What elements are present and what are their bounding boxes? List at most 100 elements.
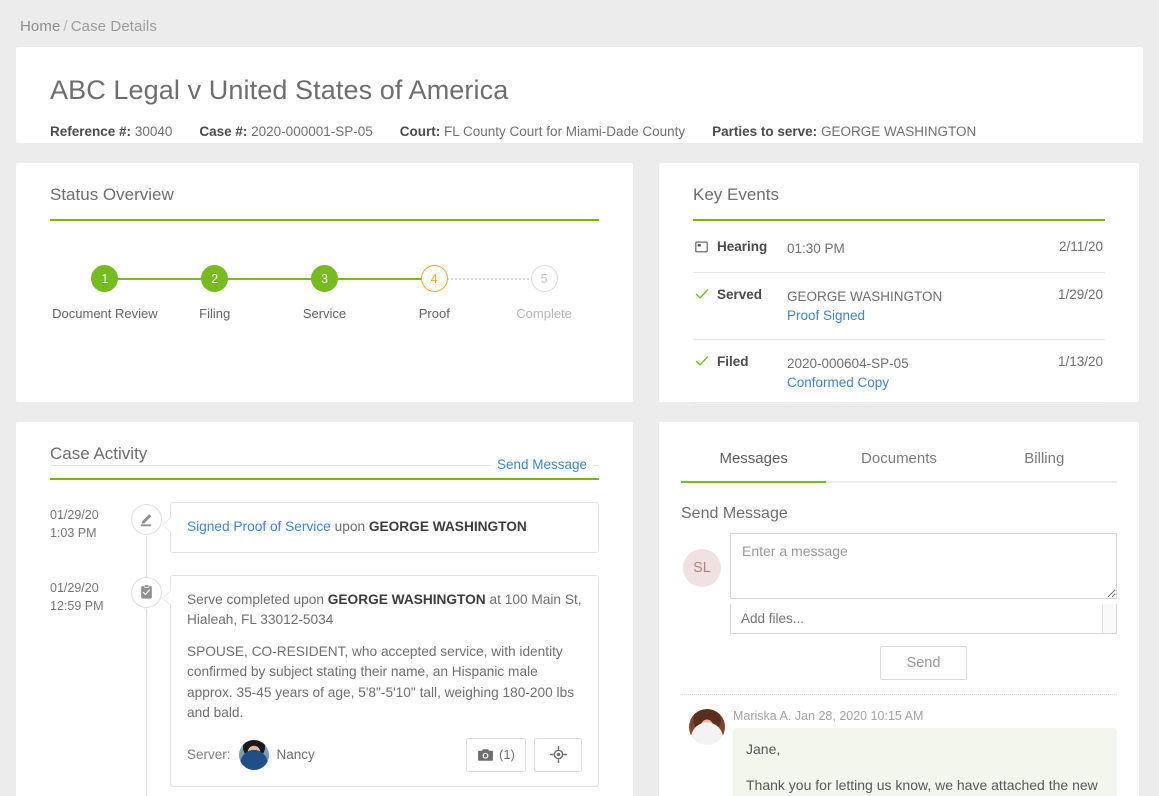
- case-meta-parties: Parties to serve: GEORGE WASHINGTON: [712, 124, 976, 139]
- tab-billing[interactable]: Billing: [972, 440, 1117, 481]
- bottom-panels-row: Case Activity Send Message 01/29/20 1:03…: [0, 402, 1159, 796]
- activity-time: 12:59 PM: [50, 597, 122, 615]
- activity-action-buttons: (1): [466, 738, 582, 772]
- check-icon: [695, 354, 717, 367]
- activity-node: [122, 575, 170, 787]
- thread-message: Mariska A. Jan 28, 2020 10:15 AM Jane, T…: [681, 709, 1117, 796]
- status-stepper: 1 Document Review 2 Filing 3 Service: [50, 265, 599, 341]
- key-events-panel: Key Events Hearing 01:30 PM 2/11/20 Serv…: [659, 163, 1139, 402]
- key-events-title: Key Events: [693, 185, 779, 204]
- case-meta-court-value: FL County Court for Miami-Dade County: [444, 124, 685, 139]
- breadcrumb-home-link[interactable]: Home: [20, 18, 60, 35]
- tab-messages[interactable]: Messages: [681, 440, 826, 481]
- activity-server-row: Server: Nancy (1): [187, 738, 582, 772]
- send-message-title: Send Message: [681, 505, 1117, 523]
- stepper-label-1: Document Review: [50, 306, 160, 321]
- message-timestamp: Jan 28, 2020 10:15 AM: [795, 709, 924, 723]
- stepper-step-proof[interactable]: 4 Proof: [379, 265, 489, 321]
- case-meta-row: Reference #: 30040Case #: 2020-000001-SP…: [50, 124, 1109, 139]
- compose-area: SL Send: [681, 533, 1117, 680]
- stepper-label-5: Complete: [489, 306, 599, 321]
- activity-line-pre: Serve completed upon: [187, 592, 328, 607]
- activity-item: 01/29/20 1:03 PM Signed Proof: [50, 502, 599, 575]
- activity-link[interactable]: Signed Proof of Service: [187, 519, 331, 534]
- activity-timestamp: 01/29/20 12:59 PM: [50, 575, 122, 787]
- case-meta-case-number-label: Case #:: [199, 124, 247, 139]
- stepper-step-filing[interactable]: 2 Filing: [160, 265, 270, 321]
- message-paragraph: Jane,: [746, 739, 1104, 761]
- message-input[interactable]: [730, 533, 1117, 599]
- photos-count: (1): [499, 747, 515, 762]
- key-event-body-text: 01:30 PM: [787, 241, 845, 256]
- gps-location-button[interactable]: [534, 738, 582, 772]
- clipboard-check-icon: [131, 577, 162, 608]
- case-meta-parties-value: GEORGE WASHINGTON: [821, 124, 976, 139]
- tab-documents[interactable]: Documents: [826, 440, 971, 481]
- stepper-label-4: Proof: [379, 306, 489, 321]
- case-meta-reference: Reference #: 30040: [50, 124, 172, 139]
- server-name: Nancy: [277, 745, 315, 765]
- breadcrumb-current: Case Details: [71, 18, 157, 35]
- key-event-row[interactable]: Hearing 01:30 PM 2/11/20: [693, 225, 1105, 273]
- key-event-type: Hearing: [717, 239, 787, 254]
- stepper-circle-3: 3: [311, 265, 338, 292]
- case-header-card: ABC Legal v United States of America Ref…: [16, 47, 1143, 143]
- add-files-grip[interactable]: [1102, 604, 1116, 633]
- calendar-icon: [695, 239, 717, 253]
- activity-card: Signed Proof of Service upon GEORGE WASH…: [170, 502, 599, 553]
- key-event-body: 01:30 PM: [787, 239, 1049, 259]
- key-event-body: 2020-000604-SP-05 Conformed Copy: [787, 354, 1048, 393]
- compose-fields: Send: [730, 533, 1117, 680]
- key-event-link[interactable]: Conformed Copy: [787, 373, 1048, 393]
- case-activity-column: Case Activity Send Message 01/29/20 1:03…: [16, 422, 633, 796]
- timeline-connector: [146, 536, 147, 577]
- timeline-connector: [146, 609, 147, 796]
- signature-pen-icon: [131, 504, 162, 535]
- key-event-body-text: GEORGE WASHINGTON: [787, 289, 942, 304]
- stepper-circle-4: 4: [421, 265, 448, 292]
- key-events-column: Key Events Hearing 01:30 PM 2/11/20 Serv…: [659, 163, 1139, 402]
- case-meta-reference-value: 30040: [135, 124, 173, 139]
- right-tabs-panel: Messages Documents Billing Send Message …: [659, 422, 1139, 796]
- key-event-date: 1/29/20: [1048, 287, 1103, 302]
- key-events-list: Hearing 01:30 PM 2/11/20 Served GEORGE W…: [693, 225, 1105, 407]
- activity-main-line: Serve completed upon GEORGE WASHINGTON a…: [187, 590, 582, 631]
- stepper-step-service[interactable]: 3 Service: [270, 265, 380, 321]
- photos-button[interactable]: (1): [466, 738, 526, 772]
- activity-card: Serve completed upon GEORGE WASHINGTON a…: [170, 575, 599, 787]
- key-event-row[interactable]: Filed 2020-000604-SP-05 Conformed Copy 1…: [693, 340, 1105, 407]
- activity-timeline: 01/29/20 1:03 PM Signed Proof: [50, 502, 599, 796]
- key-event-type: Filed: [717, 354, 787, 369]
- add-files-row: [730, 604, 1117, 634]
- key-event-link[interactable]: Proof Signed: [787, 306, 1048, 326]
- tab-bar: Messages Documents Billing: [681, 440, 1117, 483]
- stepper-connector-4: [434, 278, 545, 280]
- breadcrumb-separator: /: [63, 18, 67, 35]
- activity-bold-name: GEORGE WASHINGTON: [369, 519, 527, 534]
- key-event-row[interactable]: Served GEORGE WASHINGTON Proof Signed 1/…: [693, 273, 1105, 340]
- stepper-step-document-review[interactable]: 1 Document Review: [50, 265, 160, 321]
- key-event-body-text: 2020-000604-SP-05: [787, 356, 909, 371]
- status-overview-header: Status Overview: [50, 185, 599, 221]
- stepper-label-3: Service: [270, 306, 380, 321]
- status-overview-title: Status Overview: [50, 185, 174, 204]
- stepper-step-complete[interactable]: 5 Complete: [489, 265, 599, 321]
- status-overview-column: Status Overview 1 Document Review 2 Fili…: [16, 163, 633, 402]
- avatar: SL: [683, 549, 721, 587]
- top-panels-row: Status Overview 1 Document Review 2 Fili…: [0, 143, 1159, 402]
- message-author: Mariska A.: [733, 709, 791, 723]
- case-meta-court: Court: FL County Court for Miami-Dade Co…: [400, 124, 685, 139]
- key-event-type: Served: [717, 287, 787, 302]
- send-message-link[interactable]: Send Message: [491, 457, 593, 472]
- add-files-input[interactable]: [731, 611, 1102, 626]
- stepper-connector-3: [324, 278, 435, 280]
- activity-item: 01/29/20 12:59 PM: [50, 575, 599, 796]
- send-button[interactable]: Send: [880, 646, 968, 680]
- stepper-circle-1: 1: [91, 265, 118, 292]
- activity-bold-name: GEORGE WASHINGTON: [328, 592, 486, 607]
- message-author-avatar: [689, 709, 725, 745]
- message-thread: Mariska A. Jan 28, 2020 10:15 AM Jane, T…: [681, 694, 1117, 796]
- gps-target-icon: [550, 746, 567, 763]
- key-event-date: 1/13/20: [1048, 354, 1103, 369]
- key-event-body: GEORGE WASHINGTON Proof Signed: [787, 287, 1048, 326]
